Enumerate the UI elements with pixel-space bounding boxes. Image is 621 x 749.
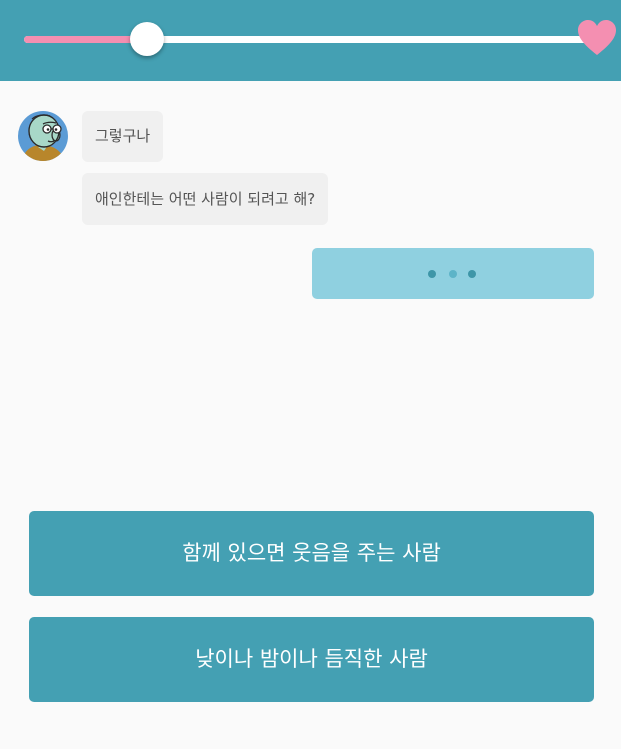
typing-indicator-bubble	[312, 248, 594, 299]
typing-dot	[468, 270, 476, 278]
npc-message-bubble: 그렇구나	[82, 111, 164, 162]
choice-label: 낮이나 밤이나 듬직한 사람	[195, 647, 428, 671]
npc-message-bubble: 애인한테는 어떤 사람이 되려고 해?	[82, 173, 329, 225]
typing-dot	[449, 270, 457, 278]
choice-button-1[interactable]: 함께 있으면 웃음을 주는 사람	[29, 511, 594, 596]
progress-header	[0, 0, 621, 81]
progress-slider-thumb[interactable]	[130, 22, 164, 56]
choice-label: 함께 있으면 웃음을 주는 사람	[182, 541, 441, 565]
affection-progress-fill	[24, 36, 147, 43]
heart-icon	[578, 20, 616, 55]
typing-dot	[428, 270, 436, 278]
character-avatar	[18, 111, 68, 161]
affection-progress-track	[24, 36, 596, 43]
message-text: 그렇구나	[95, 127, 151, 145]
message-text: 애인한테는 어떤 사람이 되려고 해?	[95, 190, 316, 208]
choice-button-2[interactable]: 낮이나 밤이나 듬직한 사람	[29, 617, 594, 702]
